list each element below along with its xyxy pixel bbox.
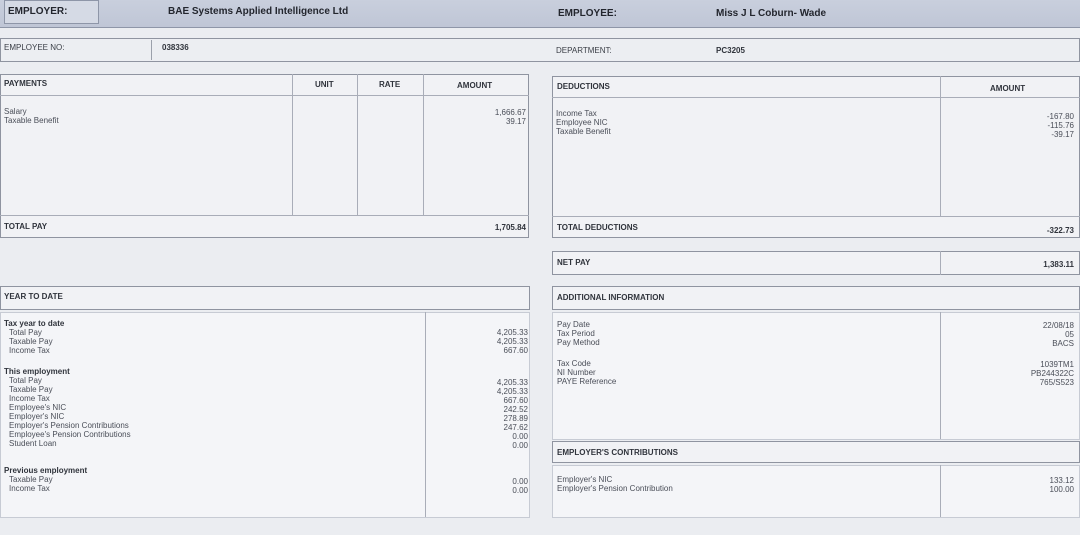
payments-col-divider-3 (423, 74, 424, 216)
employer-contrib-title: EMPLOYER'S CONTRIBUTIONS (557, 448, 679, 457)
net-pay-value: 1,383.11 (1043, 260, 1074, 269)
info-item-label: PAYE Reference (557, 377, 617, 386)
total-deductions-value: -322.73 (1046, 226, 1074, 235)
info-item-label: Tax Period (557, 329, 595, 338)
ytd-item-label: Taxable Pay (9, 337, 53, 346)
tax-year-heading: Tax year to date (4, 319, 65, 328)
ytd-item-value: 0.00 (512, 432, 528, 441)
ytd-col-divider (425, 312, 426, 517)
employee-no-label: EMPLOYEE NO: (4, 43, 65, 52)
deduction-item-label: Employee NIC (556, 118, 608, 127)
payments-total-divider (0, 215, 529, 216)
total-pay-value: 1,705.84 (494, 223, 526, 232)
info-item-label: Pay Method (557, 338, 600, 347)
deductions-title: DEDUCTIONS (557, 82, 610, 91)
contrib-item-value: 100.00 (1049, 485, 1074, 494)
deduction-item-label: Income Tax (556, 109, 597, 118)
payments-col-amount: AMOUNT (457, 81, 493, 90)
ytd-item-value: 4,205.33 (496, 328, 528, 337)
ytd-item-value: 4,205.33 (496, 337, 528, 346)
deductions-panel (552, 76, 1080, 238)
ytd-item-label: Employer's NIC (9, 412, 65, 421)
total-pay-label: TOTAL PAY (4, 222, 48, 231)
department-label: DEPARTMENT: (556, 46, 612, 55)
info-item-label: Pay Date (557, 320, 590, 329)
ytd-item-label: Taxable Pay (9, 385, 53, 394)
info-item-value: 765/S523 (1039, 378, 1074, 387)
ytd-item-label: Income Tax (9, 346, 50, 355)
ytd-item-label: Employee's Pension Contributions (9, 430, 131, 439)
employee-no-value: 038336 (162, 43, 189, 52)
payment-item-amount: 39.17 (505, 117, 526, 126)
deductions-total-divider (552, 216, 1080, 217)
ytd-item-label: Total Pay (9, 376, 42, 385)
ytd-title: YEAR TO DATE (4, 292, 63, 301)
ytd-item-value: 0.00 (512, 477, 528, 486)
ytd-item-label: Employer's Pension Contributions (9, 421, 129, 430)
payment-item-label: Taxable Benefit (4, 116, 59, 125)
ytd-header (0, 286, 530, 310)
deduction-item-amount: -167.80 (1046, 112, 1074, 121)
net-pay-divider (940, 251, 941, 275)
employer-header-bar (0, 0, 1080, 28)
ytd-item-label: Employee's NIC (9, 403, 67, 412)
contrib-item-value: 133.12 (1049, 476, 1074, 485)
ytd-item-value: 0.00 (512, 486, 528, 495)
ytd-item-value: 4,205.33 (496, 378, 528, 387)
net-pay-label: NET PAY (557, 258, 591, 267)
payment-item-label: Salary (4, 107, 27, 116)
employer-contrib-divider (940, 465, 941, 517)
deduction-item-amount: -115.76 (1047, 121, 1074, 130)
payments-col-rate: RATE (379, 80, 401, 89)
employer-label: EMPLOYER: (8, 6, 68, 17)
ytd-item-label: Taxable Pay (9, 475, 53, 484)
info-item-value: PB244322C (1030, 369, 1074, 378)
contrib-item-label: Employer's Pension Contribution (557, 484, 673, 493)
info-item-value: 1039TM1 (1040, 360, 1074, 369)
deductions-col-amount: AMOUNT (990, 84, 1026, 93)
payments-header-divider (0, 95, 529, 96)
additional-info-title: ADDITIONAL INFORMATION (557, 293, 665, 302)
ytd-item-label: Student Loan (9, 439, 57, 448)
deductions-col-divider (940, 76, 941, 217)
ytd-item-value: 247.62 (503, 423, 528, 432)
ytd-item-label: Total Pay (9, 328, 42, 337)
ytd-item-label: Income Tax (9, 394, 50, 403)
info-item-label: NI Number (557, 368, 596, 377)
info-item-value: 22/08/18 (1042, 321, 1074, 330)
this-employment-heading: This employment (4, 367, 70, 376)
payment-item-amount: 1,666.67 (494, 108, 526, 117)
department-value: PC3205 (716, 46, 745, 55)
employer-name: BAE Systems Applied Intelligence Ltd (168, 6, 349, 17)
payments-col-divider-2 (357, 74, 358, 216)
previous-employment-heading: Previous employment (4, 466, 88, 475)
employee-label: EMPLOYEE: (558, 8, 617, 19)
contrib-item-label: Employer's NIC (557, 475, 613, 484)
info-item-value: BACS (1052, 339, 1074, 348)
ytd-item-value: 667.60 (503, 346, 528, 355)
ytd-item-value: 4,205.33 (496, 387, 528, 396)
total-deductions-label: TOTAL DEDUCTIONS (557, 223, 638, 232)
ytd-item-value: 0.00 (512, 441, 528, 450)
employee-name: Miss J L Coburn- Wade (716, 8, 827, 19)
ytd-item-value: 667.60 (503, 396, 528, 405)
info-item-value: 05 (1065, 330, 1074, 339)
deduction-item-label: Taxable Benefit (556, 127, 611, 136)
ytd-item-label: Income Tax (9, 484, 50, 493)
deductions-header-divider (552, 97, 1080, 98)
info-item-label: Tax Code (557, 359, 591, 368)
ytd-item-value: 278.89 (503, 414, 528, 423)
payments-title: PAYMENTS (4, 79, 48, 88)
ytd-item-value: 242.52 (503, 405, 528, 414)
payments-col-unit: UNIT (315, 80, 334, 89)
payments-col-divider-1 (292, 74, 293, 216)
payments-panel (0, 74, 529, 238)
additional-info-divider (940, 312, 941, 439)
deduction-item-amount: -39.17 (1051, 130, 1074, 139)
